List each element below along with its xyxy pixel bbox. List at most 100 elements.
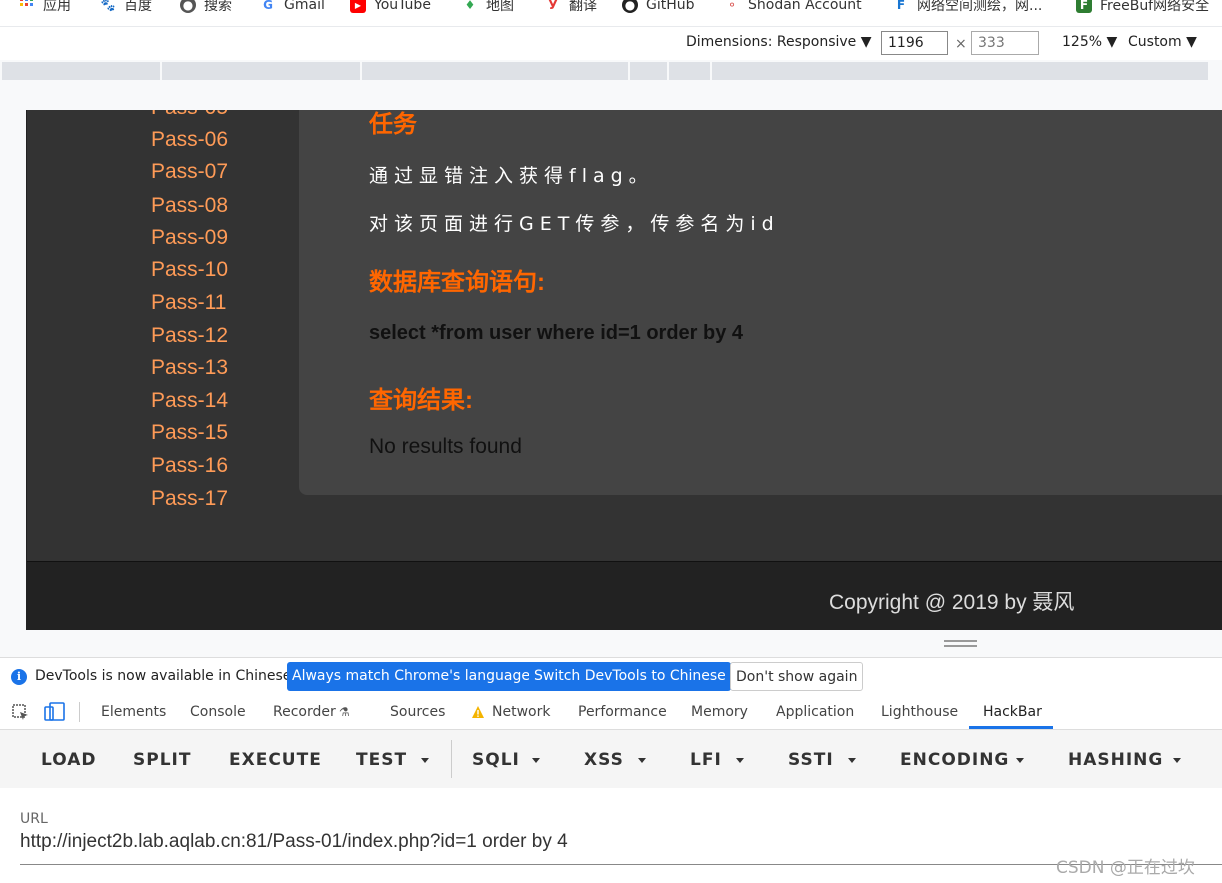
infobar-message: DevTools is now available in Chinese! <box>35 668 297 684</box>
times-sign: × <box>955 36 967 52</box>
chevron-down-icon <box>1173 758 1181 763</box>
maps-pin-icon: ♦ <box>464 0 476 12</box>
tab-recorder[interactable]: Recorder <box>273 704 336 720</box>
bookmark-fofa[interactable]: F 网络空间测绘，网... <box>893 0 1042 15</box>
hackbar-toolbar: LOAD SPLIT EXECUTE TEST SQLI XSS LFI SST… <box>0 730 1222 788</box>
sidebar-item-pass-08[interactable]: Pass-08 <box>151 194 228 218</box>
resize-handle[interactable] <box>944 640 977 647</box>
chevron-down-icon <box>532 758 540 763</box>
media-query-ruler <box>0 60 1222 82</box>
sidebar-item-pass-15[interactable]: Pass-15 <box>151 421 228 445</box>
throttle-dropdown[interactable]: Custom ▼ <box>1128 34 1197 50</box>
shodan-icon: ⚬ <box>726 0 738 12</box>
devtools-tab-bar: Elements Console Recorder ⚗ Sources Netw… <box>0 696 1222 730</box>
tab-network[interactable]: Network <box>492 704 550 720</box>
sidebar-item-pass-17[interactable]: Pass-17 <box>151 487 228 511</box>
bookmark-apps[interactable]: 应用 <box>19 0 71 15</box>
sidebar-item-pass-13[interactable]: Pass-13 <box>151 356 228 380</box>
devtools-language-infobar: i DevTools is now available in Chinese! … <box>0 657 1222 697</box>
split-button[interactable]: SPLIT <box>133 750 191 770</box>
device-toolbar: Dimensions: Responsive ▼ × 125% ▼ Custom… <box>0 26 1222 61</box>
ruler-segment[interactable] <box>712 62 1208 80</box>
fofa-icon: F <box>896 0 906 12</box>
sidebar-item-pass-12[interactable]: Pass-12 <box>151 324 228 348</box>
freebuf-icon: F <box>1076 0 1092 13</box>
bookmark-label: 百度 <box>124 0 152 14</box>
baidu-icon: 🐾 <box>100 0 116 12</box>
device-toggle-icon[interactable] <box>44 702 66 726</box>
task-heading: 任务 <box>369 111 417 138</box>
content-panel: 任务 通过显错注入获得flag。 对该页面进行GET传参，传参名为id 数据库查… <box>299 110 1222 495</box>
zoom-dropdown[interactable]: 125% ▼ <box>1062 34 1117 50</box>
github-icon: ● <box>622 0 638 13</box>
bookmark-freebuf[interactable]: F FreeBuf网络安全 <box>1076 0 1209 15</box>
tab-memory[interactable]: Memory <box>691 704 748 720</box>
ruler-segment[interactable] <box>362 62 628 80</box>
hashing-menu-button[interactable]: HASHING <box>1068 750 1163 770</box>
watermark: CSDN @正在过坎 <box>1056 858 1195 878</box>
sidebar-item-pass-11[interactable]: Pass-11 <box>151 291 226 315</box>
tab-application[interactable]: Application <box>776 704 854 720</box>
bookmark-label: 搜索 <box>204 0 232 14</box>
execute-button[interactable]: EXECUTE <box>229 750 322 770</box>
height-input[interactable] <box>971 31 1039 55</box>
always-match-language-button[interactable]: Always match Chrome's language <box>287 662 535 691</box>
chevron-down-icon <box>1016 758 1024 763</box>
inspect-element-icon[interactable] <box>12 704 30 726</box>
chevron-down-icon <box>848 758 856 763</box>
lfi-menu-button[interactable]: LFI <box>690 750 722 770</box>
bookmark-github[interactable]: ● GitHub <box>622 0 695 15</box>
bookmark-label: FreeBuf网络安全 <box>1100 0 1210 14</box>
url-input[interactable]: http://inject2b.lab.aqlab.cn:81/Pass-01/… <box>20 831 568 853</box>
translate-icon: У <box>548 0 558 12</box>
test-menu-button[interactable]: TEST <box>356 750 407 770</box>
active-tab-indicator <box>969 726 1053 729</box>
bookmark-gmail[interactable]: G Gmail <box>260 0 325 15</box>
sidebar-item-pass-10[interactable]: Pass-10 <box>151 258 228 282</box>
sidebar-item-pass-09[interactable]: Pass-09 <box>151 226 228 250</box>
bookmark-label: 应用 <box>43 0 71 14</box>
sqli-menu-button[interactable]: SQLI <box>472 750 520 770</box>
apps-icon <box>19 0 35 13</box>
bookmark-label: YouTube <box>374 0 431 13</box>
bookmark-baidu[interactable]: 🐾 百度 <box>100 0 152 15</box>
bookmark-shodan[interactable]: ⚬ Shodan Account <box>724 0 862 15</box>
tab-performance[interactable]: Performance <box>578 704 667 720</box>
tab-console[interactable]: Console <box>190 704 246 720</box>
switch-to-chinese-button[interactable]: Switch DevTools to Chinese <box>529 662 731 691</box>
xss-menu-button[interactable]: XSS <box>584 750 624 770</box>
url-label: URL <box>20 811 48 827</box>
bookmark-translate[interactable]: У 翻译 <box>545 0 597 15</box>
query-heading: 数据库查询语句: <box>369 269 545 296</box>
ruler-segment[interactable] <box>2 62 160 80</box>
tab-elements[interactable]: Elements <box>101 704 166 720</box>
bookmark-search[interactable]: ● 搜索 <box>180 0 232 15</box>
ruler-segment[interactable] <box>630 62 667 80</box>
ruler-segment[interactable] <box>669 62 710 80</box>
bookmark-label: 翻译 <box>569 0 597 14</box>
width-input[interactable] <box>881 31 948 55</box>
ssti-menu-button[interactable]: SSTI <box>788 750 834 770</box>
load-button[interactable]: LOAD <box>41 750 97 770</box>
flask-icon: ⚗ <box>339 705 350 719</box>
encoding-menu-button[interactable]: ENCODING <box>900 750 1009 770</box>
dimensions-dropdown[interactable]: Dimensions: Responsive ▼ <box>686 34 872 50</box>
dont-show-again-button[interactable]: Don't show again <box>730 662 864 691</box>
bookmark-maps[interactable]: ♦ 地图 <box>462 0 514 15</box>
sidebar-item-pass-05[interactable]: Pass-05 <box>151 110 228 120</box>
ruler-segment[interactable] <box>162 62 360 80</box>
sidebar-item-pass-14[interactable]: Pass-14 <box>151 389 228 413</box>
sidebar-item-pass-16[interactable]: Pass-16 <box>151 454 228 478</box>
bookmarks-bar: 应用 🐾 百度 ● 搜索 G Gmail ▶ YouTube ♦ 地图 У 翻译… <box>0 0 1222 26</box>
url-underline <box>20 864 1222 865</box>
sidebar-item-pass-07[interactable]: Pass-07 <box>151 160 228 184</box>
tab-sources[interactable]: Sources <box>390 704 445 720</box>
globe-icon: ● <box>180 0 196 13</box>
bookmark-label: 地图 <box>486 0 514 14</box>
chevron-down-icon <box>736 758 744 763</box>
tab-hackbar[interactable]: HackBar <box>983 704 1042 720</box>
sidebar-item-pass-06[interactable]: Pass-06 <box>151 128 228 152</box>
bookmark-youtube[interactable]: ▶ YouTube <box>350 0 431 15</box>
bookmark-label: Shodan Account <box>748 0 862 13</box>
tab-lighthouse[interactable]: Lighthouse <box>881 704 958 720</box>
